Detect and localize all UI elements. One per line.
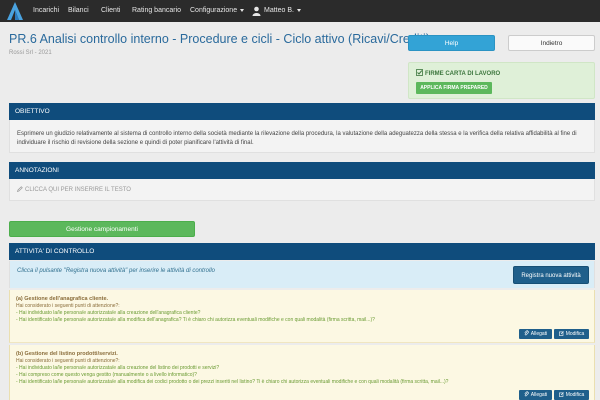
modifica-label: Modifica (565, 392, 585, 398)
allegati-label: Allegati (530, 331, 548, 337)
list-item: (a) Gestione dell'anagrafica cliente. Ha… (9, 290, 595, 343)
obiettivo-body: Esprimere un giudizio relativamente al s… (9, 120, 595, 153)
annotazioni-header: ANNOTAZIONI (9, 162, 595, 179)
applica-firma-button[interactable]: APPLICA FIRMA PREPARED (416, 82, 492, 94)
check-icon (416, 69, 423, 76)
chevron-down-icon (296, 8, 301, 12)
item-line: - Hai individuato la/le persona/e autori… (16, 365, 220, 371)
nav-item-configurazione-label: Configurazione (190, 7, 238, 14)
nav-item-clienti[interactable]: Clienti (101, 0, 120, 22)
allegati-label: Allegati (530, 392, 548, 398)
attivita-header: ATTIVITA' DI CONTROLLO (9, 243, 595, 260)
obiettivo-header: OBIETTIVO (9, 103, 595, 120)
edit-icon (558, 392, 564, 397)
annotazioni-placeholder: CLICCA QUI PER INSERIRE IL TESTO (25, 187, 131, 193)
modifica-button[interactable]: Modifica (554, 329, 589, 339)
allegati-button[interactable]: Allegati (519, 390, 552, 400)
chevron-down-icon (240, 8, 245, 12)
annotazioni-body[interactable]: CLICCA QUI PER INSERIRE IL TESTO (9, 179, 595, 201)
navbar: Incarichi Bilanci Clienti Rating bancari… (0, 0, 600, 22)
obiettivo-text: Esprimere un giudizio relativamente al s… (17, 131, 577, 146)
logo-icon[interactable] (6, 1, 24, 21)
item-line: - Hai identificato la/le persona/e autor… (16, 379, 449, 385)
item-line: Hai considerato i seguenti punti di atte… (16, 303, 120, 309)
gestione-campionamenti-button[interactable]: Gestione campionamenti (9, 221, 195, 237)
pencil-icon (16, 186, 23, 193)
firme-title-label: FIRME CARTA DI LAVORO (425, 71, 501, 77)
modifica-button[interactable]: Modifica (554, 390, 589, 400)
nav-item-configurazione[interactable]: Configurazione (190, 0, 245, 22)
item-title: (a) Gestione dell'anagrafica cliente. (16, 296, 109, 302)
firme-title: FIRME CARTA DI LAVORO (416, 69, 500, 77)
back-button[interactable]: Indietro (508, 35, 595, 51)
item-title: (b) Gestione del listino prodotti/serviz… (16, 351, 118, 357)
list-item: (b) Gestione del listino prodotti/serviz… (9, 345, 595, 400)
edit-icon (558, 331, 564, 336)
user-menu[interactable]: Matteo B. (264, 0, 301, 22)
item-line: - Hai compreso come questo venga gestito… (16, 372, 197, 378)
item-line: - Hai identificato la/le persona/e autor… (16, 317, 375, 323)
allegati-button[interactable]: Allegati (519, 329, 552, 339)
help-button[interactable]: Help (408, 35, 495, 51)
nav-item-incarichi[interactable]: Incarichi (33, 0, 59, 22)
info-bar: Clicca il pulsante "Registra nuova attiv… (9, 261, 595, 288)
registra-attivita-button[interactable]: Registra nuova attività (513, 266, 589, 284)
user-name: Matteo B. (264, 7, 294, 14)
paperclip-icon (524, 391, 529, 397)
nav-item-rating-bancario[interactable]: Rating bancario (132, 0, 181, 22)
page-title: PR.6 Analisi controllo interno - Procedu… (9, 32, 430, 46)
item-line: Hai considerato i seguenti punti di atte… (16, 358, 120, 364)
paperclip-icon (524, 330, 529, 336)
nav-item-bilanci[interactable]: Bilanci (68, 0, 89, 22)
page-subtitle: Rossi Srl - 2021 (9, 50, 52, 56)
info-text: Clicca il pulsante "Registra nuova attiv… (17, 268, 216, 274)
item-line: - Hai individuato la/le persona/e autori… (16, 310, 201, 316)
modifica-label: Modifica (565, 331, 585, 337)
user-icon (252, 6, 261, 16)
firme-panel: FIRME CARTA DI LAVORO APPLICA FIRMA PREP… (408, 62, 595, 99)
annotazioni-input[interactable]: CLICCA QUI PER INSERIRE IL TESTO (16, 186, 131, 193)
